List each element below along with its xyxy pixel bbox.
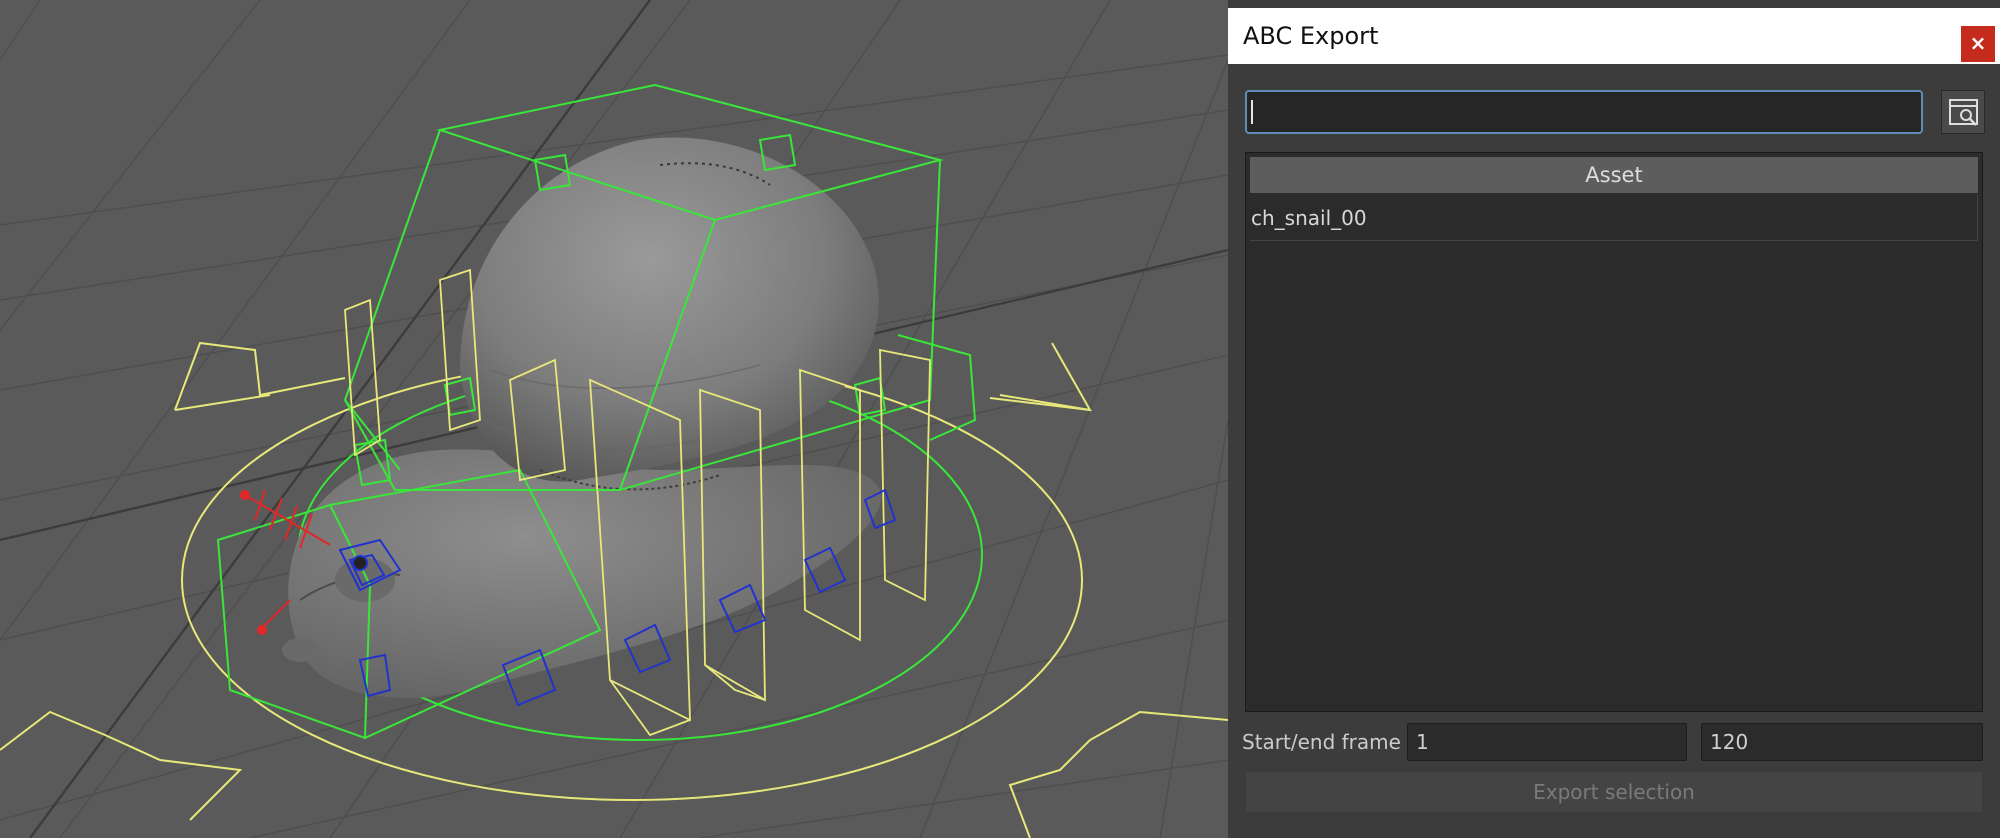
search-input[interactable] [1245,90,1923,134]
close-button[interactable]: × [1961,26,1995,62]
browse-button[interactable] [1941,90,1985,134]
snail-shell [460,137,879,482]
frame-range-label: Start/end frame [1242,730,1401,754]
abc-export-dialog: ABC Export × Asset ch_snail_00 Start/end… [1228,0,2000,838]
export-selection-button[interactable]: Export selection [1245,771,1983,813]
asset-name-cell: ch_snail_00 [1251,206,1367,230]
maya-viewport[interactable] [0,0,1228,838]
asset-column-header[interactable]: Asset [1250,157,1978,193]
dialog-title: ABC Export [1243,22,1379,50]
asset-table: Asset ch_snail_00 [1245,152,1983,712]
viewport-scene [0,0,1228,838]
browse-window-icon [1949,99,1978,126]
table-row[interactable]: ch_snail_00 [1250,195,1978,241]
start-frame-field[interactable]: 1 [1407,723,1687,761]
text-caret [1251,100,1253,124]
dialog-titlebar[interactable]: ABC Export × [1228,8,2000,64]
end-frame-field[interactable]: 120 [1701,723,1983,761]
